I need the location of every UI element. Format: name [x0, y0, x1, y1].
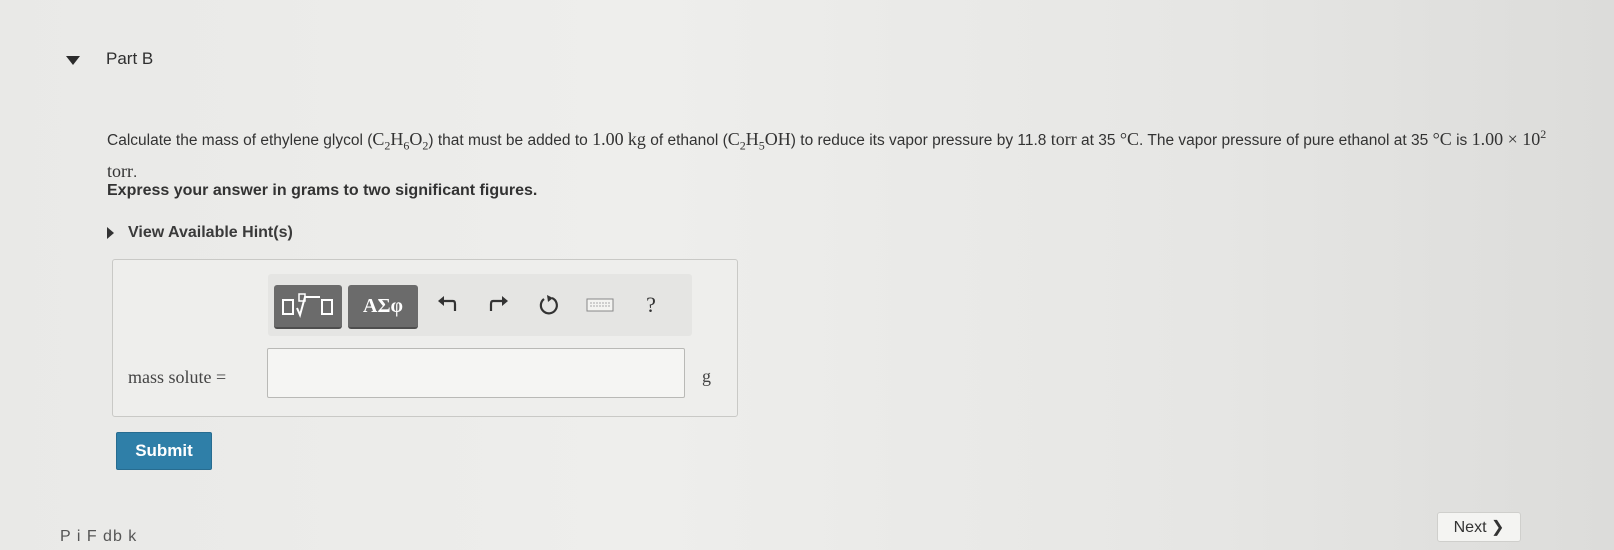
feedback-link-partial[interactable]: P i F db k	[60, 528, 137, 546]
submit-button[interactable]: Submit	[116, 432, 212, 470]
part-title: Part B	[106, 49, 154, 68]
keyboard-icon[interactable]	[585, 290, 615, 320]
next-button[interactable]: Next ❯	[1437, 512, 1521, 542]
expand-triangle-icon	[107, 227, 114, 239]
view-hints-link[interactable]: View Available Hint(s)	[107, 224, 293, 242]
undo-icon[interactable]	[432, 290, 462, 320]
unit-label: g	[702, 366, 711, 386]
templates-icon	[282, 293, 333, 319]
templates-button[interactable]	[274, 285, 342, 329]
reset-icon[interactable]	[534, 290, 564, 320]
glycol-formula: C2H6O2	[372, 129, 429, 153]
mass-solute-input[interactable]	[267, 348, 685, 398]
answer-label: mass solute =	[128, 367, 227, 387]
help-icon[interactable]: ?	[636, 290, 666, 320]
redo-icon[interactable]	[484, 290, 514, 320]
collapse-caret-icon[interactable]	[66, 56, 80, 65]
answer-instruction: Express your answer in grams to two sign…	[107, 182, 538, 199]
ethanol-formula: C2H5OH	[727, 129, 791, 153]
greek-symbols-button[interactable]: ΑΣφ	[348, 285, 418, 329]
question-text: Calculate the mass of ethylene glycol (C…	[107, 127, 1547, 181]
